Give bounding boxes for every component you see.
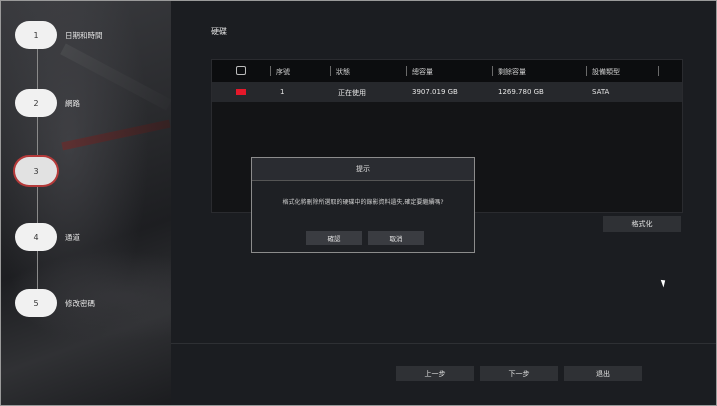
dialog-cancel-button[interactable]: 取消 (368, 231, 424, 245)
cell-status: 正在使用 (338, 89, 366, 97)
step-number: 3 (15, 157, 57, 185)
cell-free: 1269.780 GB (498, 88, 544, 96)
column-separator (270, 66, 271, 76)
step-number: 2 (15, 89, 57, 117)
column-header-status: 狀態 (336, 68, 350, 76)
row-select-checkbox[interactable] (236, 89, 246, 95)
step-number: 4 (15, 223, 57, 251)
cell-index: 1 (280, 88, 285, 96)
next-step-button[interactable]: 下一步 (480, 366, 558, 381)
select-all-checkbox[interactable] (236, 66, 246, 75)
background-decoration (61, 119, 171, 151)
step-disk[interactable]: 3 (15, 157, 165, 185)
setup-wizard-window: 1 日期和時間 2 網路 3 4 通道 5 修改密碼 硬碟 序號 狀態 總容量 … (0, 0, 717, 406)
step-label: 通道 (65, 232, 80, 242)
step-change-password[interactable]: 5 修改密碼 (15, 289, 165, 317)
exit-button[interactable]: 退出 (564, 366, 642, 381)
cell-type: SATA (592, 88, 610, 96)
format-button[interactable]: 格式化 (603, 216, 681, 232)
dialog-title: 提示 (252, 158, 474, 181)
column-separator (658, 66, 659, 76)
dialog-confirm-button[interactable]: 確認 (306, 231, 362, 245)
dialog-message: 格式化將刪除所選取的硬碟中的錄影資料遺失,確定要繼續嗎? (282, 199, 444, 206)
page-title: 硬碟 (211, 27, 227, 36)
column-separator (586, 66, 587, 76)
step-date-time[interactable]: 1 日期和時間 (15, 21, 165, 49)
table-row[interactable]: 1 正在使用 3907.019 GB 1269.780 GB SATA (212, 82, 682, 102)
column-separator (492, 66, 493, 76)
step-label: 網路 (65, 98, 80, 108)
step-number: 5 (15, 289, 57, 317)
step-label: 修改密碼 (65, 298, 95, 308)
confirm-dialog: 提示 格式化將刪除所選取的硬碟中的錄影資料遺失,確定要繼續嗎? 確認 取消 (251, 157, 475, 253)
sidebar: 1 日期和時間 2 網路 3 4 通道 5 修改密碼 (1, 1, 172, 405)
step-network[interactable]: 2 網路 (15, 89, 165, 117)
table-header: 序號 狀態 總容量 剩餘容量 設備類型 (212, 60, 682, 82)
column-header-free: 剩餘容量 (498, 68, 526, 76)
prev-step-button[interactable]: 上一步 (396, 366, 474, 381)
step-label: 日期和時間 (65, 30, 103, 40)
column-header-type: 設備類型 (592, 68, 620, 76)
footer-divider (171, 343, 716, 344)
step-number: 1 (15, 21, 57, 49)
step-channel[interactable]: 4 通道 (15, 223, 165, 251)
column-header-total: 總容量 (412, 68, 433, 76)
column-separator (406, 66, 407, 76)
cell-total: 3907.019 GB (412, 88, 458, 96)
column-header-index: 序號 (276, 68, 290, 76)
column-separator (330, 66, 331, 76)
